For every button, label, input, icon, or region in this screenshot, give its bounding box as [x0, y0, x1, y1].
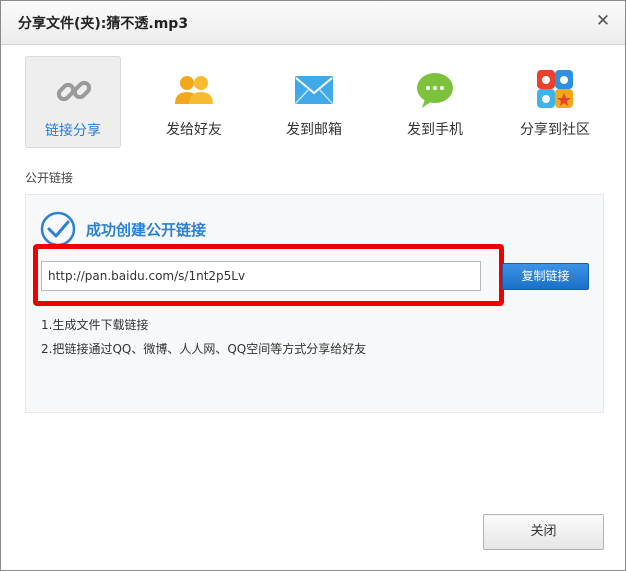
tab-send-friends[interactable]: 发给好友: [146, 56, 242, 148]
friends-icon: [175, 76, 213, 104]
community-icon: [537, 70, 573, 108]
tab-share-community[interactable]: 分享到社区: [507, 56, 603, 148]
share-tabs: 链接分享 发给好友 发到邮箱 发到手机 分享到社区: [25, 56, 605, 148]
check-circle-icon: [40, 211, 76, 247]
note-line: 1.生成文件下载链接: [41, 318, 149, 332]
note-line: 2.把链接通过QQ、微博、人人网、QQ空间等方式分享给好友: [41, 342, 367, 356]
sms-icon: [417, 73, 453, 108]
tab-label: 发给好友: [166, 122, 222, 138]
tab-send-phone[interactable]: 发到手机: [387, 56, 483, 148]
dialog-title: 分享文件(夹):猜不透.mp3: [18, 16, 189, 32]
tab-send-email[interactable]: 发到邮箱: [266, 56, 362, 148]
tab-label: 分享到社区: [520, 122, 590, 138]
success-message: 成功创建公开链接: [86, 221, 207, 239]
tab-label: 发到邮箱: [286, 122, 342, 138]
share-dialog: 分享文件(夹):猜不透.mp3 ✕ 链接分享 发给好友 发到邮箱 发到手机 分享…: [0, 0, 626, 571]
tab-link-share[interactable]: 链接分享: [25, 56, 121, 148]
dialog-titlebar: 分享文件(夹):猜不透.mp3 ✕: [1, 1, 625, 45]
email-icon: [295, 76, 333, 104]
tab-label: 链接分享: [45, 123, 101, 139]
share-link-input[interactable]: [41, 261, 481, 291]
close-button[interactable]: 关闭: [483, 514, 604, 550]
tab-label: 发到手机: [407, 122, 463, 138]
close-icon[interactable]: ✕: [593, 11, 613, 31]
link-icon: [56, 80, 92, 102]
share-link-panel: 成功创建公开链接 复制链接 1.生成文件下载链接 2.把链接通过QQ、微博、人人…: [25, 194, 604, 413]
copy-link-button[interactable]: 复制链接: [502, 263, 589, 290]
section-label: 公开链接: [25, 171, 74, 185]
